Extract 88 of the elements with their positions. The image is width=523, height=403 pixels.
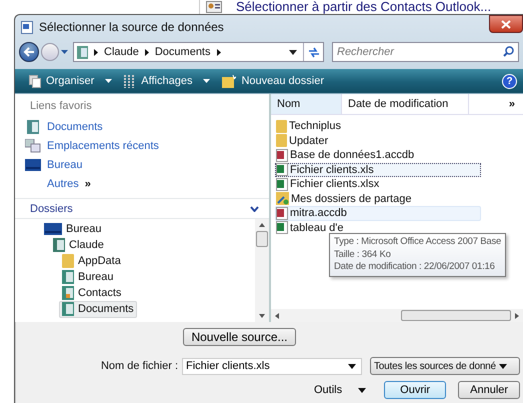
- recent-places-icon: [25, 138, 41, 152]
- vertical-scrollbar[interactable]: [255, 219, 269, 322]
- folder-tree-item[interactable]: Bureau: [41, 220, 104, 238]
- desktop-icon: [25, 158, 41, 170]
- address-bar[interactable]: Claude Documents: [73, 42, 324, 62]
- spreadsheet-file-icon: [276, 221, 288, 234]
- user-folder-icon: [53, 238, 65, 252]
- contacts-icon: [62, 286, 74, 300]
- folder-tree-item[interactable]: Bureau: [59, 268, 116, 286]
- breadcrumb[interactable]: Claude: [104, 46, 139, 58]
- refresh-icon: [308, 46, 320, 58]
- column-header[interactable]: Date de modification: [342, 94, 469, 114]
- search-icon: [503, 46, 514, 57]
- favorite-link[interactable]: Bureau: [15, 155, 269, 174]
- new-folder-icon: [222, 74, 236, 88]
- scroll-left-icon[interactable]: [275, 312, 279, 318]
- folder-tree-item[interactable]: Documents: [59, 300, 137, 318]
- new-source-button[interactable]: Nouvelle source...: [183, 328, 296, 346]
- database-file-icon: [276, 206, 288, 220]
- arrow-left-icon: [23, 47, 35, 57]
- desktop-icon: [44, 223, 62, 235]
- breadcrumb[interactable]: Documents: [154, 46, 210, 58]
- shared-folder-icon: [276, 192, 289, 206]
- spreadsheet-file-icon: [276, 178, 288, 191]
- back-button[interactable]: [19, 42, 39, 62]
- library-icon: [62, 302, 74, 316]
- favorite-link[interactable]: Emplacements récents: [15, 136, 269, 155]
- caret-icon: [358, 388, 366, 392]
- section-header[interactable]: Dossiers: [30, 202, 73, 214]
- folder-icon: [62, 254, 74, 268]
- contact-card-icon: [206, 1, 222, 13]
- filename-field[interactable]: Fichier clients.xls: [182, 358, 362, 374]
- folder-icon: [276, 134, 287, 148]
- file-item[interactable]: Techniplus: [275, 119, 481, 134]
- file-item[interactable]: Fichier clients.xls: [275, 162, 481, 177]
- document-icon: [21, 20, 33, 34]
- library-icon: [77, 46, 88, 58]
- spreadsheet-file-icon: [276, 163, 288, 176]
- chevron-right-icon[interactable]: [94, 48, 98, 56]
- search-field[interactable]: Rechercher: [332, 42, 519, 62]
- scroll-right-icon[interactable]: [515, 312, 519, 318]
- file-item[interactable]: Fichier clients.xlsx: [275, 177, 481, 192]
- toolbar-button[interactable]: Nouveau dossier: [222, 74, 324, 88]
- database-file-icon: [276, 148, 288, 162]
- dialog-button[interactable]: Annuler: [458, 381, 520, 399]
- scroll-thumb[interactable]: [401, 310, 511, 321]
- tooltip-line: Taille : 364 Ko: [334, 248, 392, 261]
- section-header: Liens favoris: [29, 99, 93, 114]
- toolbar-button[interactable]: Organiser: [29, 74, 112, 88]
- field-label: Nom de fichier :: [100, 360, 178, 372]
- scroll-down-icon[interactable]: [259, 314, 265, 318]
- views-icon: [124, 74, 136, 88]
- folder-tree-item[interactable]: Claude: [50, 236, 107, 254]
- window-title: Sélectionner la source de données: [39, 20, 224, 34]
- favorite-link[interactable]: Autres »: [15, 174, 269, 193]
- file-item[interactable]: mitra.accdb: [275, 206, 481, 220]
- caret-icon[interactable]: [289, 50, 297, 54]
- file-item[interactable]: tableau d'e: [275, 220, 481, 235]
- folder-tree-item[interactable]: AppData: [59, 252, 124, 270]
- chevron-right-icon[interactable]: [144, 48, 149, 56]
- dialog-button[interactable]: Ouvrir: [384, 381, 446, 399]
- chevron-right-icon[interactable]: [216, 48, 220, 56]
- scroll-up-icon[interactable]: [259, 223, 265, 227]
- more-columns-button[interactable]: »: [469, 94, 523, 114]
- caret-icon: [498, 364, 507, 368]
- chevron-down-icon[interactable]: [250, 206, 259, 212]
- tooltip-line: Type : Microsoft Office Access 2007 Base: [334, 236, 502, 248]
- tooltip-line: Date de modification : 22/06/2007 01:16: [334, 261, 496, 274]
- caret-icon[interactable]: [348, 364, 356, 368]
- file-item[interactable]: Base de données1.accdb: [275, 148, 481, 162]
- file-type-dropdown[interactable]: Toutes les sources de donné: [370, 357, 520, 375]
- file-item[interactable]: Mes dossiers de partage: [275, 192, 481, 206]
- scroll-thumb[interactable]: [256, 231, 268, 247]
- help-button[interactable]: ?: [502, 74, 517, 88]
- toolbar-button[interactable]: Affichages: [124, 74, 210, 88]
- horizontal-scrollbar[interactable]: [271, 309, 523, 322]
- outlook-contacts-menu-item[interactable]: Sélectionner à partir des Contacts Outlook...: [236, 0, 492, 14]
- favorite-link[interactable]: Documents: [15, 117, 269, 136]
- close-button[interactable]: [489, 15, 523, 33]
- file-item[interactable]: Updater: [275, 134, 481, 148]
- library-icon: [27, 120, 39, 134]
- folder-icon: [276, 120, 287, 133]
- pages-icon: [29, 74, 41, 88]
- library-icon: [62, 270, 74, 284]
- folder-tree-item[interactable]: Contacts: [59, 284, 124, 302]
- close-icon: [501, 20, 511, 28]
- tools-menu-button[interactable]: Outils: [314, 384, 366, 396]
- column-header[interactable]: Nom: [271, 94, 342, 114]
